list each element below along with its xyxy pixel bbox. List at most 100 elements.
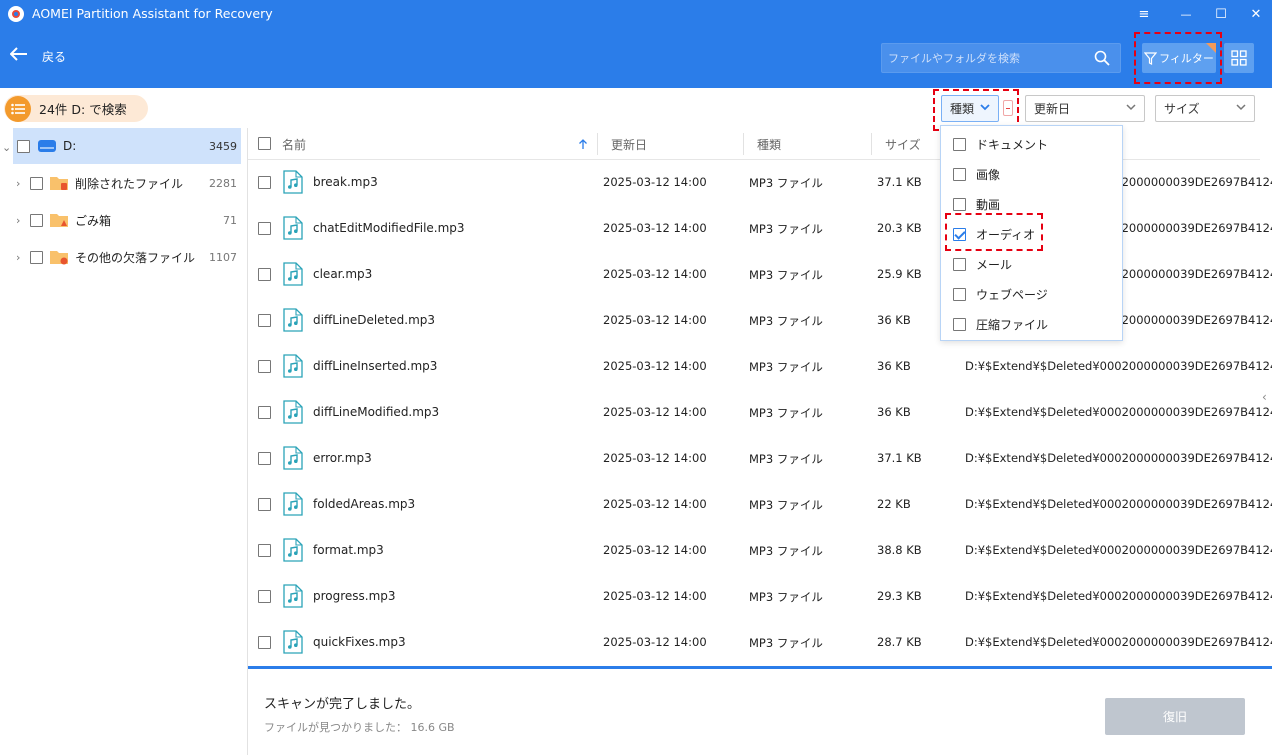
type-option[interactable]: ドキュメント [953, 134, 1048, 154]
back-button[interactable]: 戻る [9, 47, 67, 65]
size-filter-select[interactable]: サイズ [1155, 95, 1255, 122]
audio-file-icon [283, 170, 303, 194]
app-logo-icon [8, 6, 24, 22]
file-type: MP3 ファイル [749, 636, 823, 650]
file-type: MP3 ファイル [749, 452, 823, 466]
close-icon[interactable]: ✕ [1243, 4, 1269, 24]
file-path: D:¥$Extend¥$Deleted¥0002000000039DE2697B… [965, 589, 1272, 603]
type-option[interactable]: ウェブページ [953, 284, 1048, 304]
file-size: 37.1 KB [877, 175, 922, 189]
table-row[interactable]: diffLineInserted.mp3 2025-03-12 14:00 MP… [248, 344, 1272, 390]
row-checkbox[interactable] [258, 452, 271, 465]
search-input[interactable] [888, 49, 1088, 67]
chevron-right-icon[interactable]: › [16, 251, 20, 264]
row-checkbox[interactable] [258, 590, 271, 603]
back-label: 戻る [42, 49, 67, 64]
chevron-left-icon[interactable]: ‹ [1262, 390, 1267, 404]
row-checkbox[interactable] [258, 360, 271, 373]
file-name: quickFixes.mp3 [313, 635, 406, 649]
tree-checkbox[interactable] [30, 176, 43, 190]
sort-up-icon[interactable] [578, 139, 588, 150]
row-checkbox[interactable] [258, 176, 271, 189]
chevron-right-icon[interactable]: › [16, 177, 20, 190]
file-size: 28.7 KB [877, 635, 922, 649]
audio-file-icon [283, 492, 303, 516]
row-checkbox[interactable] [258, 222, 271, 235]
tree-item-recycle-bin[interactable]: › ごみ箱 71 [0, 202, 247, 238]
type-option-checkbox[interactable] [953, 167, 966, 181]
tree-checkbox[interactable] [17, 139, 30, 153]
tree-count: 3459 [209, 139, 237, 153]
chevron-right-icon[interactable]: › [16, 214, 20, 227]
row-checkbox[interactable] [258, 406, 271, 419]
file-date: 2025-03-12 14:00 [603, 313, 707, 327]
file-type: MP3 ファイル [749, 268, 823, 282]
file-date: 2025-03-12 14:00 [603, 589, 707, 603]
table-row[interactable]: diffLineModified.mp3 2025-03-12 14:00 MP… [248, 390, 1272, 436]
date-select-label: 更新日 [1034, 102, 1071, 116]
column-header-type[interactable]: 種類 [757, 136, 781, 153]
column-divider[interactable] [743, 133, 744, 155]
chevron-down-icon[interactable]: ⌄ [2, 141, 11, 154]
table-row[interactable]: quickFixes.mp3 2025-03-12 14:00 MP3 ファイル… [248, 620, 1272, 666]
file-name: chatEditModifiedFile.mp3 [313, 221, 465, 235]
table-row[interactable]: error.mp3 2025-03-12 14:00 MP3 ファイル 37.1… [248, 436, 1272, 482]
file-type: MP3 ファイル [749, 176, 823, 190]
column-divider[interactable] [871, 133, 872, 155]
column-header-name[interactable]: 名前 [282, 136, 306, 153]
type-option-checkbox[interactable] [953, 257, 966, 271]
type-option[interactable]: 圧縮ファイル [953, 314, 1048, 334]
type-option-checkbox[interactable] [953, 197, 966, 211]
chevron-down-icon [1236, 104, 1246, 111]
select-all-checkbox[interactable] [258, 137, 271, 150]
row-checkbox[interactable] [258, 636, 271, 649]
grid-view-button[interactable] [1224, 43, 1254, 73]
lost-folder-icon [49, 248, 69, 269]
minimize-icon[interactable]: — [1173, 4, 1199, 24]
tree-item-other-lost-files[interactable]: › その他の欠落ファイル 1107 [0, 239, 247, 275]
maximize-icon[interactable]: ☐ [1208, 4, 1234, 24]
tree-checkbox[interactable] [30, 213, 43, 227]
file-path: D:¥$Extend¥$Deleted¥0002000000039DE2697B… [965, 497, 1272, 511]
file-name: clear.mp3 [313, 267, 373, 281]
tree-checkbox[interactable] [30, 250, 43, 264]
column-header-size[interactable]: サイズ [885, 136, 921, 153]
type-option-label: メール [976, 257, 1013, 272]
type-option[interactable]: 動画 [953, 194, 1000, 214]
table-row[interactable]: progress.mp3 2025-03-12 14:00 MP3 ファイル 2… [248, 574, 1272, 620]
grid-icon [1231, 50, 1247, 66]
file-type: MP3 ファイル [749, 314, 823, 328]
row-checkbox[interactable] [258, 268, 271, 281]
scan-status: スキャンが完了しました。 [264, 697, 421, 712]
recover-button[interactable]: 復旧 [1105, 698, 1245, 735]
row-checkbox[interactable] [258, 498, 271, 511]
date-filter-select[interactable]: 更新日 [1025, 95, 1145, 122]
tree-item-deleted-files[interactable]: › 削除されたファイル 2281 [0, 165, 247, 201]
row-checkbox[interactable] [258, 544, 271, 557]
title-bar: AOMEI Partition Assistant for Recovery ≡… [0, 0, 1272, 88]
search-box[interactable] [881, 43, 1121, 73]
tree-item-drive-d[interactable]: D: 3459 [13, 128, 241, 164]
type-option[interactable]: メール [953, 254, 1012, 274]
type-option-checkbox[interactable] [953, 287, 966, 301]
search-icon[interactable] [1094, 50, 1110, 66]
size-select-label: サイズ [1164, 102, 1200, 116]
tree-count: 1107 [209, 250, 237, 264]
table-row[interactable]: foldedAreas.mp3 2025-03-12 14:00 MP3 ファイ… [248, 482, 1272, 528]
type-option[interactable]: 画像 [953, 164, 1000, 184]
type-option-label: ウェブページ [976, 287, 1048, 302]
file-name: diffLineInserted.mp3 [313, 359, 438, 373]
menu-icon[interactable]: ≡ [1131, 4, 1157, 24]
type-option-checkbox[interactable] [953, 137, 966, 151]
file-size: 37.1 KB [877, 451, 922, 465]
file-size: 29.3 KB [877, 589, 922, 603]
type-option-checkbox[interactable] [953, 317, 966, 331]
audio-option-highlight-box [945, 213, 1043, 251]
drive-icon [37, 137, 57, 158]
type-option-label: 動画 [976, 197, 1001, 212]
column-header-date[interactable]: 更新日 [611, 136, 647, 153]
row-checkbox[interactable] [258, 314, 271, 327]
table-row[interactable]: format.mp3 2025-03-12 14:00 MP3 ファイル 38.… [248, 528, 1272, 574]
file-path: D:¥$Extend¥$Deleted¥0002000000039DE2697B… [965, 451, 1272, 465]
column-divider[interactable] [597, 133, 598, 155]
